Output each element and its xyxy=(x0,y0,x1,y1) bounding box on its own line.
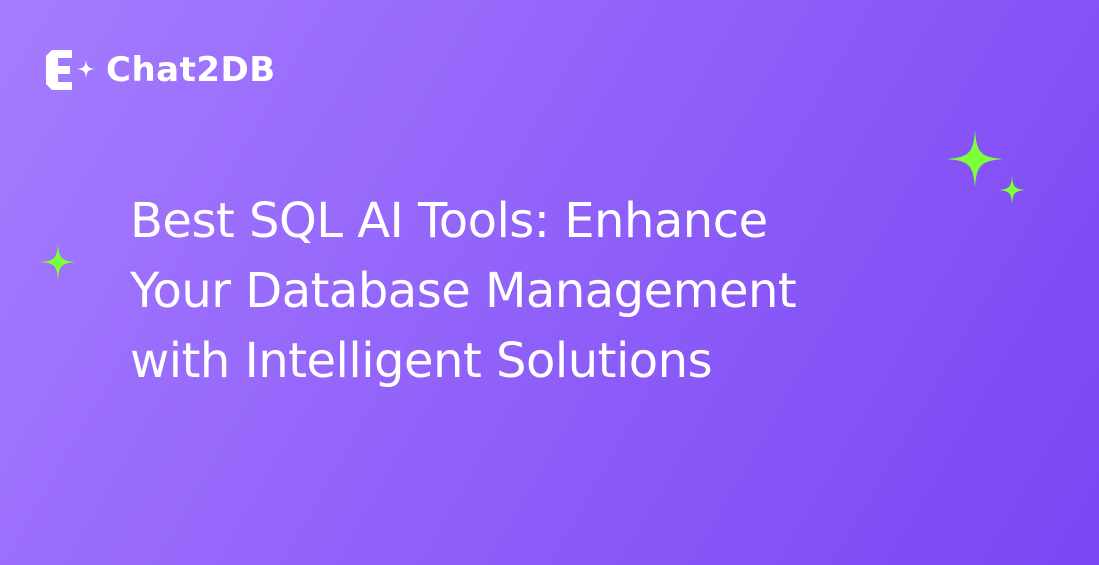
sparkle-icon xyxy=(40,244,76,280)
sparkle-icon xyxy=(946,130,1004,188)
brand-name: Chat2DB xyxy=(106,50,276,90)
headline: Best SQL AI Tools: Enhance Your Database… xyxy=(130,186,1070,396)
headline-line: with Intelligent Solutions xyxy=(130,333,713,389)
brand: Chat2DB xyxy=(44,46,276,94)
chat2db-logo-icon xyxy=(46,50,95,90)
headline-line: Your Database Management xyxy=(130,263,797,319)
sparkle-icon xyxy=(998,176,1026,204)
banner: Chat2DB Best SQL AI Tools: Enhance Your … xyxy=(0,0,1099,565)
headline-line: Best SQL AI Tools: Enhance xyxy=(130,193,768,249)
